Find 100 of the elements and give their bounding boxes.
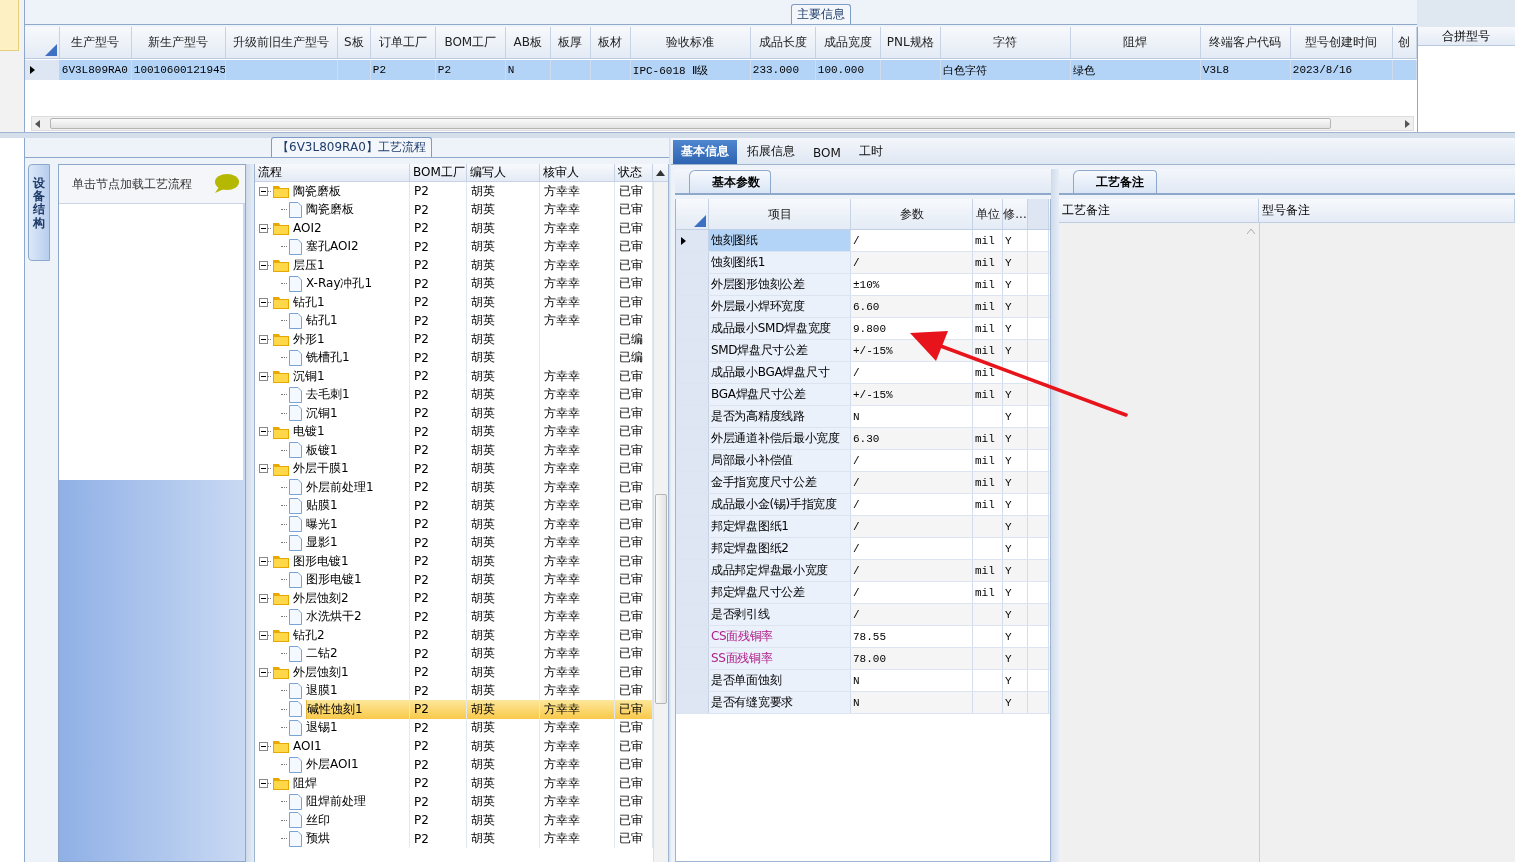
collapse-icon[interactable] (259, 556, 268, 566)
tree-node[interactable]: 去毛刺1 (306, 386, 350, 404)
collapse-icon[interactable] (259, 427, 268, 437)
tree-node[interactable]: 沉铜1 (306, 404, 338, 422)
collapse-icon[interactable] (259, 371, 268, 381)
table-row[interactable]: CS面残铜率 78.55 Y (676, 626, 1050, 648)
tree-node[interactable]: 铣槽孔1 (306, 349, 350, 367)
table-row[interactable]: 外层最小焊环宽度 6.60 mil Y (676, 296, 1050, 318)
tree-node[interactable]: 图形电镀1 (293, 552, 349, 570)
column-header[interactable]: 流程 (255, 164, 410, 181)
tree-node[interactable]: 外层AOI1 (306, 756, 359, 774)
table-cell[interactable]: 是否为高精度线路 (709, 406, 851, 427)
table-row[interactable]: 邦定焊盘图纸1 / Y (676, 516, 1050, 538)
table-row[interactable]: 6V3L809RA0 10010600121945 P2 P2 N IPC-6018 Ⅱ级 233.000 100.000 白色字符 绿色 V3L8 2023/8/16 (24, 60, 1417, 80)
scroll-up-icon[interactable] (656, 169, 665, 176)
table-row[interactable]: 是否剥引线 / Y (676, 604, 1050, 626)
horizontal-scrollbar[interactable] (30, 116, 1414, 131)
tree-node[interactable]: 贴膜1 (306, 497, 338, 515)
splitter[interactable] (1051, 169, 1059, 862)
tree-node[interactable]: 曝光1 (306, 515, 338, 533)
table-row[interactable]: 蚀刻图纸 / mil Y (676, 230, 1050, 252)
table-cell[interactable]: 成品最小BGA焊盘尺寸 (709, 362, 851, 383)
column-header[interactable]: 板材 (590, 27, 631, 58)
table-row[interactable]: 邦定焊盘图纸2 / Y (676, 538, 1050, 560)
collapse-icon[interactable] (259, 741, 268, 751)
table-cell[interactable]: 蚀刻图纸 (709, 230, 851, 251)
table-cell[interactable]: 外层最小焊环宽度 (709, 296, 851, 317)
scrollbar-thumb[interactable] (49, 118, 1331, 129)
table-cell[interactable]: 是否单面蚀刻 (709, 670, 851, 691)
table-cell[interactable]: CS面残铜率 (709, 626, 851, 647)
column-header[interactable]: 终端客户代码 (1200, 27, 1291, 58)
collapse-icon[interactable] (259, 260, 268, 270)
tree-node[interactable]: 阻焊 (293, 774, 317, 792)
tree-node[interactable]: 板镀1 (306, 441, 338, 459)
tree-node[interactable]: 陶瓷磨板 (306, 201, 354, 219)
table-row[interactable]: SMD焊盘尺寸公差 +/-15% mil Y (676, 340, 1050, 362)
column-header[interactable]: 生产型号 (59, 27, 132, 58)
tree-node[interactable]: 陶瓷磨板 (293, 182, 341, 200)
column-header[interactable]: 字符 (940, 27, 1071, 58)
collapse-icon[interactable] (259, 334, 268, 344)
tree-node[interactable]: 外层干膜1 (293, 460, 349, 478)
table-cell[interactable]: BGA焊盘尺寸公差 (709, 384, 851, 405)
column-header[interactable]: 成品长度 (750, 27, 816, 58)
column-header[interactable]: 型号创建时间 (1290, 27, 1393, 58)
tree-node[interactable]: 钻孔2 (293, 626, 325, 644)
column-header[interactable]: 阻焊 (1070, 27, 1201, 58)
tab[interactable]: 基本参数 (689, 170, 771, 193)
collapse-icon[interactable] (259, 186, 268, 196)
tree-node[interactable]: 外形1 (293, 330, 325, 348)
collapse-icon[interactable] (259, 778, 268, 788)
table-row[interactable]: 蚀刻图纸1 / mil Y (676, 252, 1050, 274)
tree-node[interactable]: AOI1 (293, 739, 322, 754)
tab[interactable]: 拓展信息 (739, 140, 803, 164)
table-row[interactable]: 成品邦定焊盘最小宽度 / mil Y (676, 560, 1050, 582)
table-row[interactable]: 是否单面蚀刻 N Y (676, 670, 1050, 692)
collapse-icon[interactable] (259, 223, 268, 233)
table-cell[interactable]: 邦定焊盘尺寸公差 (709, 582, 851, 603)
table-row[interactable]: 是否为高精度线路 N Y (676, 406, 1050, 428)
table-row[interactable]: 成品最小BGA焊盘尺寸 / mil (676, 362, 1050, 384)
column-header[interactable]: 创 (1392, 27, 1417, 58)
column-header[interactable]: 新生产型号 (131, 27, 226, 58)
table-row[interactable]: 是否有缝宽要求 N Y (676, 692, 1050, 714)
column-header[interactable]: 参数 (851, 199, 973, 229)
collapse-icon[interactable] (259, 593, 268, 603)
column-header[interactable]: 项目 (709, 199, 851, 229)
table-cell[interactable]: 是否剥引线 (709, 604, 851, 625)
table-cell[interactable]: 蚀刻图纸1 (709, 252, 851, 273)
side-tab[interactable] (0, 0, 19, 51)
column-header[interactable]: 升级前旧生产型号 (225, 27, 338, 58)
tab[interactable]: 工艺备注 (1073, 170, 1157, 193)
column-header[interactable]: 板厚 (550, 27, 591, 58)
table-row[interactable]: BGA焊盘尺寸公差 +/-15% mil Y (676, 384, 1050, 406)
table-row[interactable]: 金手指宽度尺寸公差 / mil Y (676, 472, 1050, 494)
row-header[interactable] (24, 60, 60, 80)
tree-node[interactable]: 电镀1 (293, 423, 325, 441)
table-cell[interactable]: 是否有缝宽要求 (709, 692, 851, 713)
column-header[interactable]: 单位 (973, 199, 1003, 229)
table-cell[interactable]: 成品邦定焊盘最小宽度 (709, 560, 851, 581)
table-row[interactable]: 成品最小金(锡)手指宽度 / mil Y (676, 494, 1050, 516)
tree-node[interactable]: 塞孔AOI2 (306, 238, 359, 256)
table-cell[interactable]: 成品最小SMD焊盘宽度 (709, 318, 851, 339)
collapse-icon[interactable] (259, 630, 268, 640)
tree-node[interactable]: 预烘 (306, 830, 330, 848)
column-header[interactable]: 工艺备注 (1059, 199, 1259, 222)
column-header[interactable]: BOM工厂 (410, 164, 467, 181)
column-header[interactable]: 核审人 (540, 164, 615, 181)
tree-node[interactable]: 沉铜1 (293, 367, 325, 385)
table-cell[interactable]: 邦定焊盘图纸2 (709, 538, 851, 559)
column-header[interactable]: S板 (337, 27, 371, 58)
column-header[interactable]: 状态 (615, 164, 653, 181)
table-row[interactable]: 外层图形蚀刻公差 ±10% mil Y (676, 274, 1050, 296)
tree-node[interactable]: 水洗烘干2 (306, 608, 362, 626)
collapse-icon[interactable] (259, 464, 268, 474)
vertical-tab[interactable]: 设备结构 (28, 164, 50, 261)
tree-node[interactable]: 退锡1 (306, 719, 338, 737)
table-cell[interactable]: 金手指宽度尺寸公差 (709, 472, 851, 493)
tree-node[interactable]: 退膜1 (306, 682, 338, 700)
table-cell[interactable]: SS面残铜率 (709, 648, 851, 669)
tab[interactable]: 基本信息 (673, 140, 737, 164)
tree-node[interactable]: 显影1 (306, 534, 338, 552)
